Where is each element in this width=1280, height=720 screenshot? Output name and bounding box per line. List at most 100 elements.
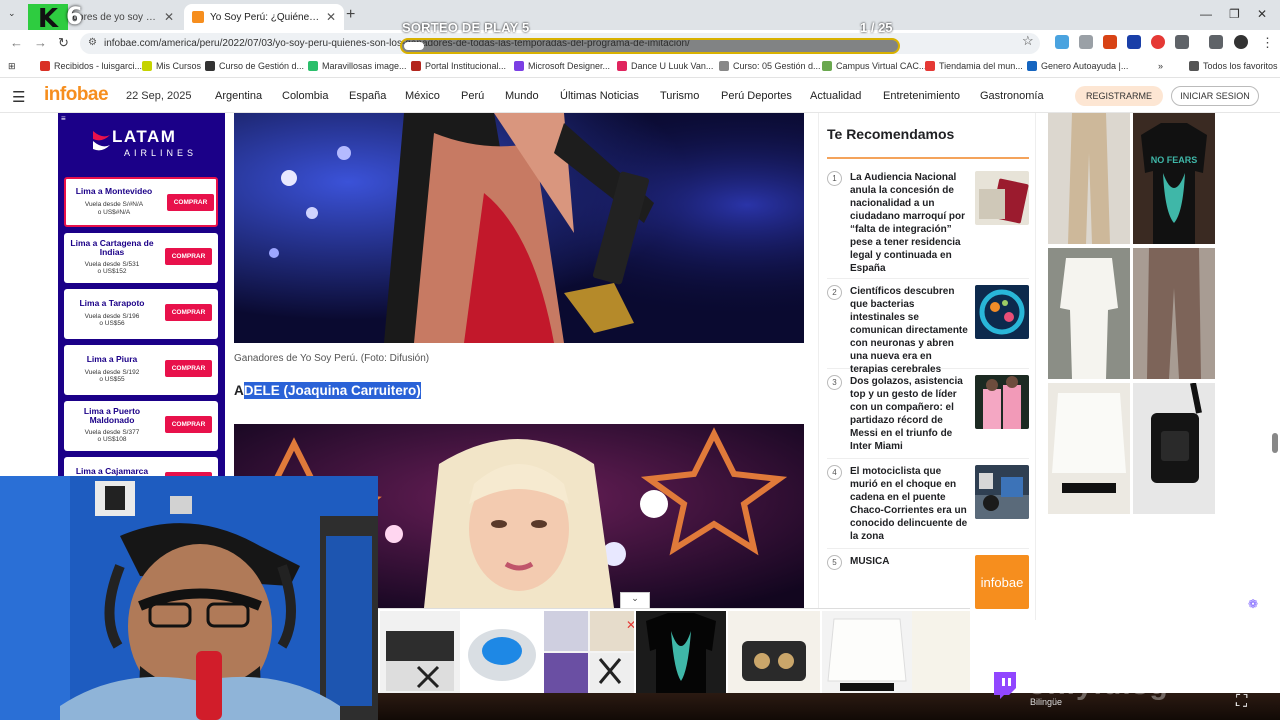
bookmark-item[interactable]: Tiendamia del mun... (925, 61, 1023, 71)
bookmark-item[interactable]: Campus Virtual CAC... (822, 61, 926, 71)
restore-icon[interactable]: ❐ (1229, 7, 1240, 21)
nav-ultimas-noticias[interactable]: Últimas Noticias (560, 90, 639, 102)
ad-product-tile[interactable]: NO FEARS (1133, 113, 1215, 244)
bookmark-item[interactable]: Recibidos - luisgarci... (40, 61, 142, 71)
media-controls-icon[interactable] (1209, 35, 1223, 49)
ad-product-tile[interactable] (1048, 113, 1130, 244)
bookmark-item[interactable]: Curso: 05 Gestión d... (719, 61, 821, 71)
bottom-ad-strip[interactable]: ✕ (378, 608, 970, 693)
login-button[interactable]: INICIAR SESION (1171, 86, 1259, 106)
tab-search-icon[interactable]: ⌄ (8, 8, 16, 19)
rec-headline[interactable]: Científicos descubren que bacterias inte… (850, 285, 970, 376)
menu-kebab-icon[interactable]: ⋮ (1261, 35, 1274, 51)
nav-peru[interactable]: Perú (461, 90, 484, 102)
buy-button[interactable]: COMPRAR (165, 416, 212, 433)
extension-icon[interactable] (1079, 35, 1093, 49)
rec-headline[interactable]: Dos golazos, asistencia top y un gesto d… (850, 375, 970, 453)
tab-yo-soy-peru[interactable]: Yo Soy Perú: ¿Quiénes son los g ✕ (184, 4, 344, 30)
flight-card[interactable]: Lima a Puerto Maldonado Vuela desde S/37… (64, 401, 218, 451)
flight-card[interactable]: Lima a Montevideo Vuela desde S/#N/A o U… (64, 177, 218, 227)
back-icon[interactable]: ← (10, 35, 23, 50)
extensions-puzzle-icon[interactable] (1175, 35, 1189, 49)
flight-price-usd: o US$#N/A (97, 209, 131, 216)
bookmark-star-icon[interactable]: ☆ (1022, 33, 1034, 49)
ad-product-tile[interactable] (460, 611, 544, 693)
latam-ad[interactable]: ≡ LATAM AIRLINES Lima a Montevideo Vuela… (58, 113, 225, 480)
close-window-icon[interactable]: ✕ (1257, 7, 1267, 21)
bookmark-item[interactable]: Mis Cursos (142, 61, 201, 71)
nav-espana[interactable]: España (349, 90, 386, 102)
floating-widget-icon[interactable]: ❁ (1248, 597, 1258, 611)
flight-card[interactable]: Lima a Cartagena de Indias Vuela desde S… (64, 233, 218, 283)
all-bookmarks-folder[interactable]: Todos los favoritos (1189, 61, 1278, 71)
extension-icon[interactable] (1127, 35, 1141, 49)
fashion-ad[interactable]: NO FEARS (1048, 113, 1216, 515)
ad-product-tile[interactable] (912, 611, 970, 693)
buy-button[interactable]: COMPRAR (167, 194, 214, 211)
rec-item[interactable]: 4 El motociclista que murió en el choque… (827, 465, 1029, 549)
ad-product-tile[interactable]: ✕ (544, 611, 634, 693)
rec-headline[interactable]: La Audiencia Nacional anula la concesión… (850, 171, 970, 275)
ad-product-tile[interactable] (380, 611, 460, 693)
flight-card[interactable]: Lima a Tarapoto Vuela desde S/196 o US$5… (64, 289, 218, 339)
extension-icon[interactable] (1055, 35, 1069, 49)
infobae-logo[interactable]: infobae (44, 84, 109, 106)
bookmark-item[interactable]: Maravillosas image... (308, 61, 407, 71)
rec-thumbnail[interactable] (975, 375, 1029, 429)
minimize-icon[interactable]: — (1200, 7, 1212, 21)
buy-button[interactable]: COMPRAR (165, 304, 212, 321)
rec-thumbnail[interactable] (975, 285, 1029, 339)
flight-card[interactable]: Lima a Piura Vuela desde S/192 o US$55 C… (64, 345, 218, 395)
bookmarks-overflow-icon[interactable]: » (1158, 61, 1163, 71)
bookmark-item[interactable]: Dance U Luuk Van... (617, 61, 713, 71)
register-button[interactable]: REGISTRARME (1075, 86, 1163, 106)
fullscreen-icon[interactable]: ⛶ (1236, 693, 1247, 711)
article-subheading[interactable]: ADELE (Joaquina Carruitero) (234, 382, 421, 399)
buy-button[interactable]: COMPRAR (165, 248, 212, 265)
bookmark-item[interactable]: Microsoft Designer... (514, 61, 610, 71)
ad-product-tile[interactable] (1133, 383, 1215, 514)
ad-collapse-chevron-icon[interactable]: ⌄ (620, 592, 650, 608)
bookmark-item[interactable]: Genero Autoayuda |... (1027, 61, 1128, 71)
rec-headline[interactable]: MUSICA (850, 555, 970, 568)
nav-mexico[interactable]: México (405, 90, 440, 102)
rec-item[interactable]: 3 Dos golazos, asistencia top y un gesto… (827, 375, 1029, 459)
ad-product-tile[interactable] (822, 611, 912, 693)
new-tab-button[interactable]: + (346, 6, 355, 24)
ad-product-tile[interactable] (728, 611, 820, 693)
nav-actualidad[interactable]: Actualidad (810, 90, 861, 102)
rec-headline[interactable]: El motociclista que murió en el choque e… (850, 465, 970, 543)
rec-item[interactable]: 2 Científicos descubren que bacterias in… (827, 285, 1029, 375)
ad-product-tile[interactable] (1048, 383, 1130, 514)
tab-close-icon[interactable]: ✕ (164, 10, 174, 24)
extension-icon[interactable] (1103, 35, 1117, 49)
site-info-icon[interactable]: ⚙ (88, 37, 97, 48)
ad-menu-icon[interactable]: ≡ (61, 114, 66, 123)
extension-icon[interactable] (1151, 35, 1165, 49)
buy-button[interactable]: COMPRAR (165, 360, 212, 377)
reload-icon[interactable]: ↻ (58, 35, 69, 51)
rec-item[interactable]: 1 La Audiencia Nacional anula la concesi… (827, 171, 1029, 279)
ad-product-tile[interactable] (1048, 248, 1130, 379)
rec-thumbnail[interactable] (975, 171, 1029, 225)
rec-thumbnail[interactable]: infobae (975, 555, 1029, 609)
bookmark-item[interactable]: Portal Institucional... (411, 61, 506, 71)
page-scrollbar-thumb[interactable] (1272, 433, 1278, 453)
bookmark-item[interactable]: Curso de Gestión d... (205, 61, 304, 71)
profile-avatar[interactable] (1234, 35, 1248, 49)
nav-argentina[interactable]: Argentina (215, 90, 262, 102)
apps-grid-icon[interactable]: ⊞ (8, 61, 16, 72)
nav-colombia[interactable]: Colombia (282, 90, 328, 102)
forward-icon[interactable]: → (34, 35, 47, 50)
nav-mundo[interactable]: Mundo (505, 90, 539, 102)
nav-turismo[interactable]: Turismo (660, 90, 699, 102)
rec-item[interactable]: 5 MUSICA infobae (827, 555, 1029, 613)
hamburger-search-icon[interactable]: ☰ (12, 88, 25, 106)
nav-peru-deportes[interactable]: Perú Deportes (721, 90, 792, 102)
tab-close-icon[interactable]: ✕ (326, 10, 336, 24)
nav-entretenimiento[interactable]: Entretenimiento (883, 90, 960, 102)
ad-product-tile[interactable] (636, 611, 726, 693)
ad-product-tile[interactable] (1133, 248, 1215, 379)
rec-thumbnail[interactable] (975, 465, 1029, 519)
nav-gastronomia[interactable]: Gastronomía (980, 90, 1044, 102)
